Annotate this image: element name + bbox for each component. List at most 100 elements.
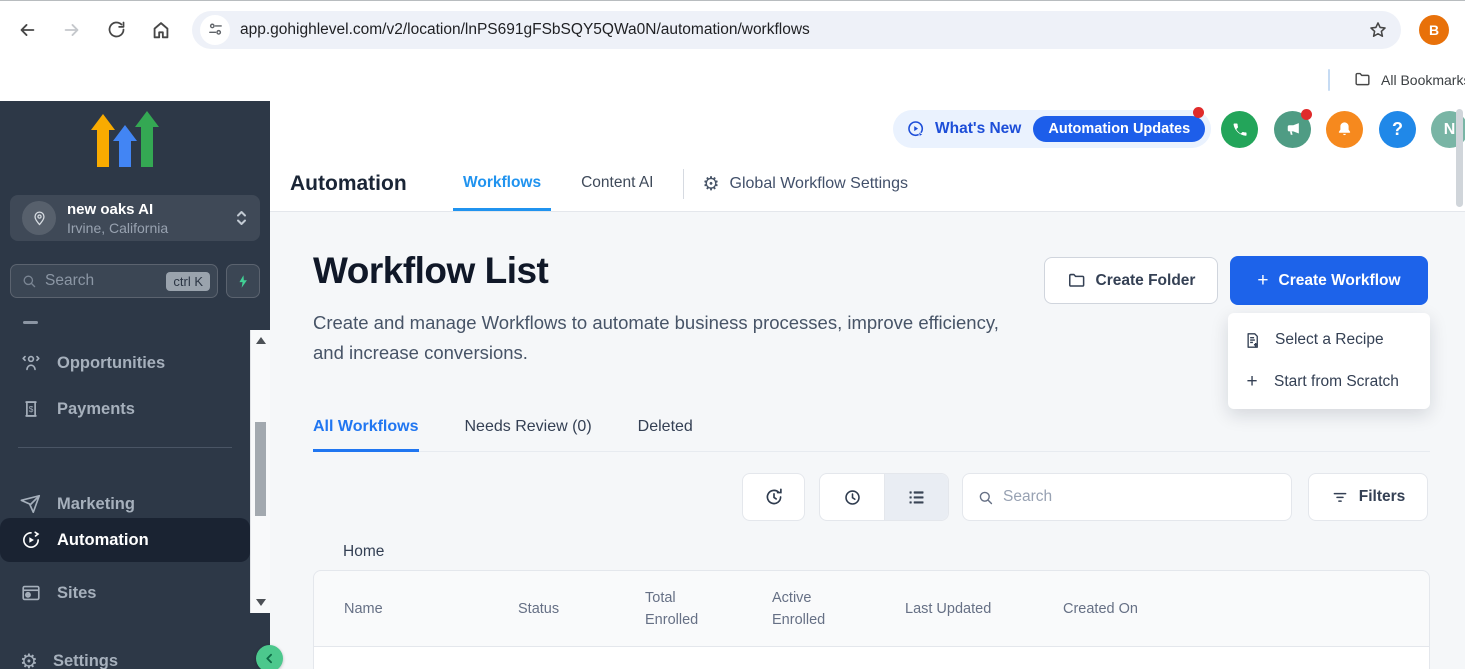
all-bookmarks-button[interactable]: All Bookmarks (1328, 69, 1465, 91)
menu-item-select-recipe[interactable]: Select a Recipe (1228, 319, 1430, 361)
bookmarks-bar: All Bookmarks (0, 58, 1465, 101)
sidebar-scrollbar[interactable] (250, 330, 270, 613)
bookmarks-divider (1328, 69, 1330, 91)
list-view-button[interactable] (884, 474, 948, 520)
site-info-icon[interactable] (200, 15, 230, 45)
page-title: Workflow List (313, 250, 548, 292)
column-header-created-on: Created On (1063, 571, 1138, 646)
tab-deleted[interactable]: Deleted (638, 418, 693, 452)
time-view-button[interactable] (820, 474, 884, 520)
announcements-button[interactable] (1274, 111, 1311, 148)
tab-all-workflows[interactable]: All Workflows (313, 418, 419, 452)
create-folder-button[interactable]: Create Folder (1044, 257, 1218, 304)
whats-new-label: What's New (935, 120, 1021, 138)
create-workflow-menu: Select a Recipe + Start from Scratch (1228, 313, 1430, 409)
account-switcher[interactable]: new oaks AI Irvine, California (10, 195, 260, 241)
location-pin-icon (22, 201, 56, 235)
tab-workflows[interactable]: Workflows (453, 157, 551, 211)
announcements-notification-dot (1301, 109, 1312, 120)
create-workflow-button[interactable]: + Create Workflow (1230, 256, 1428, 305)
browser-toolbar: app.gohighlevel.com/v2/location/lnPS691g… (0, 0, 1465, 58)
notification-dot (1193, 107, 1204, 118)
account-name: new oaks AI (67, 200, 235, 219)
browser-profile-avatar[interactable]: B (1419, 15, 1449, 45)
workflow-search-input[interactable] (1003, 488, 1277, 506)
help-button[interactable]: ? (1379, 111, 1416, 148)
opportunities-icon (20, 352, 42, 374)
view-toggle (819, 473, 949, 521)
sidebar-item-payments[interactable]: $ Payments (0, 387, 250, 431)
gear-icon: ⚙ (702, 175, 719, 194)
automation-icon (20, 529, 42, 551)
whats-new-button[interactable]: What's New Automation Updates (893, 110, 1211, 148)
global-workflow-settings-label: Global Workflow Settings (730, 175, 908, 193)
sidebar-item-sites[interactable]: Sites (0, 571, 250, 615)
page-description: Create and manage Workflows to automate … (313, 308, 1023, 368)
start-from-scratch-label: Start from Scratch (1274, 373, 1399, 391)
shortcut-badge: ctrl K (166, 272, 210, 291)
scrollbar-thumb[interactable] (255, 422, 266, 516)
tab-content-ai[interactable]: Content AI (571, 157, 663, 211)
folder-icon (1067, 271, 1086, 290)
refresh-icon[interactable] (106, 19, 127, 40)
all-bookmarks-label: All Bookmarks (1381, 72, 1465, 88)
column-header-active-enrolled: Active Enrolled (772, 571, 836, 646)
app-header: What's New Automation Updates ? N Automa… (270, 101, 1465, 212)
sites-icon (20, 582, 42, 604)
url-bar[interactable]: app.gohighlevel.com/v2/location/lnPS691g… (192, 11, 1401, 49)
global-workflow-settings-button[interactable]: ⚙ Global Workflow Settings (696, 175, 914, 194)
workflow-search[interactable] (962, 473, 1292, 521)
menu-item-start-from-scratch[interactable]: + Start from Scratch (1228, 361, 1430, 403)
header-divider (683, 169, 684, 199)
enrollment-history-button[interactable] (742, 473, 805, 521)
plus-icon: + (1243, 371, 1261, 393)
column-header-status: Status (518, 571, 559, 646)
sidebar: new oaks AI Irvine, California ctrl K Op… (0, 101, 270, 669)
workflow-table: Name Status Total Enrolled Active Enroll… (313, 570, 1430, 669)
workflow-filter-tabs: All Workflows Needs Review (0) Deleted (313, 418, 1430, 452)
notifications-bell-button[interactable] (1326, 111, 1363, 148)
table-body (313, 647, 1430, 669)
url-text[interactable]: app.gohighlevel.com/v2/location/lnPS691g… (240, 21, 1367, 39)
page-scrollbar-thumb[interactable] (1456, 109, 1463, 207)
column-header-last-updated: Last Updated (905, 571, 991, 646)
column-header-total-enrolled: Total Enrolled (645, 571, 709, 646)
phone-button[interactable] (1221, 111, 1258, 148)
quick-actions-button[interactable] (226, 264, 260, 298)
plus-icon: + (1257, 270, 1268, 292)
filters-button[interactable]: Filters (1308, 473, 1428, 521)
folder-icon (1353, 70, 1372, 89)
table-header-row: Name Status Total Enrolled Active Enroll… (313, 570, 1430, 647)
automation-updates-badge[interactable]: Automation Updates (1033, 116, 1205, 142)
sidebar-search-input[interactable] (45, 272, 166, 290)
column-header-name: Name (344, 571, 383, 646)
select-recipe-label: Select a Recipe (1275, 331, 1384, 349)
bookmark-star-icon[interactable] (1367, 19, 1389, 41)
sidebar-collapse-button[interactable] (256, 645, 283, 669)
forward-icon[interactable] (61, 19, 83, 41)
search-icon (977, 489, 994, 506)
settings-gear-icon: ⚙ (20, 651, 38, 669)
payments-icon: $ (20, 398, 42, 420)
sidebar-item-opportunities[interactable]: Opportunities (0, 341, 250, 385)
tab-needs-review[interactable]: Needs Review (0) (465, 418, 592, 452)
sidebar-item-settings[interactable]: ⚙ Settings (0, 639, 250, 669)
filters-label: Filters (1359, 488, 1406, 506)
sidebar-divider (18, 447, 232, 448)
svg-text:$: $ (29, 405, 34, 414)
scroll-down-arrow-icon[interactable] (256, 599, 266, 606)
home-icon[interactable] (150, 19, 172, 41)
gohighlevel-logo-icon (0, 109, 250, 175)
sidebar-item-automation[interactable]: Automation (0, 518, 250, 562)
scroll-up-arrow-icon[interactable] (256, 337, 266, 344)
sidebar-search[interactable]: ctrl K (10, 264, 218, 298)
help-label: ? (1392, 119, 1403, 140)
whats-new-icon (906, 119, 927, 140)
recipe-icon (1243, 331, 1262, 350)
partial-menu-item-fragment (23, 321, 38, 324)
back-icon[interactable] (16, 19, 38, 41)
workflow-list-page: Workflow List Create and manage Workflow… (270, 212, 1465, 669)
avatar-initial: N (1444, 121, 1456, 139)
filter-icon (1331, 488, 1349, 506)
breadcrumb-home[interactable]: Home (343, 543, 384, 561)
